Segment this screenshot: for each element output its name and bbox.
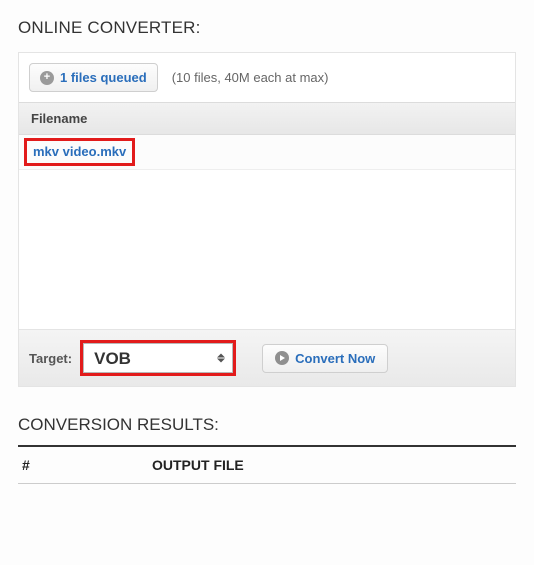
file-list-empty — [19, 170, 515, 330]
convert-now-button[interactable]: Convert Now — [262, 344, 388, 373]
results-col-number: # — [22, 457, 152, 473]
results-table-header: # OUTPUT FILE — [18, 445, 516, 484]
plus-icon: + — [40, 71, 54, 85]
file-link[interactable]: mkv video.mkv — [33, 144, 126, 159]
target-bar: Target: VOB Convert Now — [19, 330, 515, 386]
target-label: Target: — [29, 351, 72, 366]
converter-title: ONLINE CONVERTER: — [18, 18, 516, 38]
play-icon — [275, 351, 289, 365]
files-queued-button[interactable]: + 1 files queued — [29, 63, 158, 92]
panel-top: + 1 files queued (10 files, 40M each at … — [19, 53, 515, 102]
results-col-output: OUTPUT FILE — [152, 457, 512, 473]
converter-panel: + 1 files queued (10 files, 40M each at … — [18, 52, 516, 387]
target-select-highlight: VOB — [80, 340, 236, 376]
filename-header: Filename — [19, 102, 515, 135]
results-title: CONVERSION RESULTS: — [18, 415, 516, 435]
limit-note: (10 files, 40M each at max) — [172, 70, 329, 85]
file-highlight: mkv video.mkv — [24, 138, 135, 166]
convert-now-label: Convert Now — [295, 351, 375, 366]
files-queued-label: 1 files queued — [60, 70, 147, 85]
target-format-select[interactable]: VOB — [83, 343, 233, 373]
file-row: mkv video.mkv — [19, 135, 515, 170]
